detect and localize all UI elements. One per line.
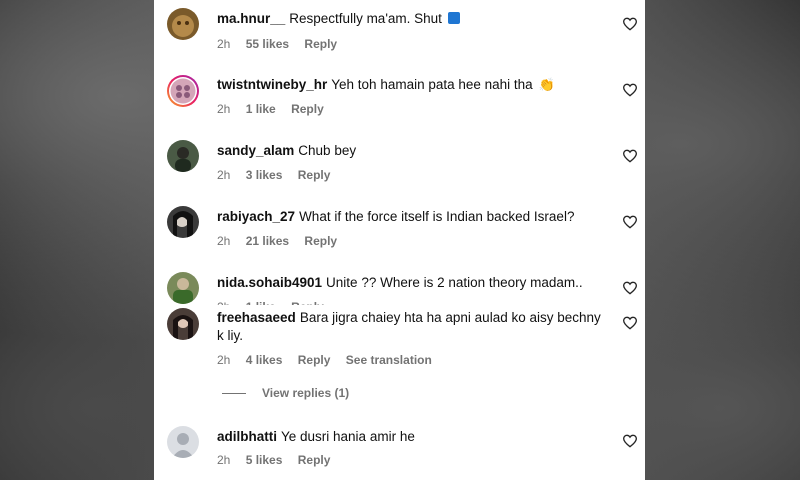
heart-icon[interactable] (622, 16, 638, 32)
avatar[interactable] (167, 308, 199, 340)
avatar[interactable] (167, 206, 199, 238)
see-translation-button[interactable]: See translation (346, 353, 432, 367)
comment-meta: 2h 21 likes Reply (217, 234, 349, 248)
clapping-hands-emoji-icon: 👏 (538, 77, 555, 92)
comments-panel[interactable]: ma.hnur__ Respectfully ma'am. Shut 2h 55 … (154, 0, 645, 480)
comment-text: What if the force itself is Indian backe… (299, 209, 575, 224)
comment-meta: 2h 55 likes Reply (217, 37, 349, 51)
comment-time: 2h (217, 102, 231, 116)
view-replies-button[interactable]: View replies (1) (222, 386, 349, 400)
comment-username[interactable]: rabiyach_27 (217, 209, 295, 224)
comment-meta: 2h 1 like Reply (217, 102, 336, 116)
comment-time: 2h (217, 234, 231, 248)
avatar[interactable] (167, 8, 199, 40)
comment-likes[interactable]: 4 likes (246, 353, 283, 367)
comment-likes[interactable]: 55 likes (246, 37, 289, 51)
comment-meta: 2h 3 likes Reply (217, 168, 342, 182)
comment-meta: 2h 4 likes Reply See translation (217, 353, 444, 367)
heart-icon[interactable] (622, 148, 638, 164)
comment-body: sandy_alam Chub bey (217, 142, 609, 160)
comment-text: Yeh toh hamain pata hee nahi tha (331, 77, 533, 92)
comment-text: Unite ?? Where is 2 nation theory madam.… (326, 275, 583, 290)
view-replies-label: View replies (1) (262, 386, 350, 400)
comment-body: rabiyach_27 What if the force itself is I… (217, 208, 609, 226)
reply-button[interactable]: Reply (291, 102, 324, 116)
heart-icon[interactable] (622, 280, 638, 296)
comment-text: Chub bey (298, 143, 357, 158)
avatar[interactable] (167, 426, 199, 458)
avatar[interactable] (166, 74, 200, 108)
heart-icon[interactable] (622, 82, 638, 98)
heart-icon[interactable] (622, 214, 638, 230)
comment-time: 2h (217, 353, 231, 367)
replies-divider (222, 393, 246, 395)
comment-username[interactable]: sandy_alam (217, 143, 294, 158)
reply-button[interactable]: Reply (298, 353, 331, 367)
comment-likes[interactable]: 3 likes (246, 168, 283, 182)
blue-square-emoji-icon (447, 12, 460, 24)
comment-body: adilbhatti Ye dusri hania amir he (217, 428, 609, 446)
comment-username[interactable]: nida.sohaib4901 (217, 275, 322, 290)
comment-username[interactable]: adilbhatti (217, 429, 277, 444)
heart-icon[interactable] (622, 433, 638, 449)
comment-text: Ye dusri hania amir he (281, 429, 415, 444)
avatar[interactable] (167, 272, 199, 304)
reply-button[interactable]: Reply (304, 234, 337, 248)
comment-likes[interactable]: 21 likes (246, 234, 289, 248)
comment-time: 2h (217, 453, 231, 467)
comment-username[interactable]: ma.hnur__ (217, 11, 285, 26)
comment-body: nida.sohaib4901 Unite ?? Where is 2 natio… (217, 274, 609, 292)
comment-item: freehasaeed Bara jigra chaiey hta ha apni… (154, 305, 645, 385)
comment-meta: 2h 5 likes Reply (217, 453, 342, 467)
heart-icon[interactable] (622, 315, 638, 331)
reply-button[interactable]: Reply (298, 168, 331, 182)
comment-time: 2h (217, 37, 231, 51)
avatar[interactable] (167, 140, 199, 172)
comment-likes[interactable]: 5 likes (246, 453, 283, 467)
comment-time: 2h (217, 168, 231, 182)
comment-text: Respectfully ma'am. Shut (289, 11, 442, 26)
reply-button[interactable]: Reply (304, 37, 337, 51)
comment-body: twistntwineby_hr Yeh toh hamain pata hee … (217, 76, 609, 94)
comment-body: freehasaeed Bara jigra chaiey hta ha apni… (217, 309, 609, 345)
comment-username[interactable]: freehasaeed (217, 310, 296, 325)
comment-body: ma.hnur__ Respectfully ma'am. Shut (217, 10, 609, 28)
comment-username[interactable]: twistntwineby_hr (217, 77, 327, 92)
comment-likes[interactable]: 1 like (246, 102, 276, 116)
reply-button[interactable]: Reply (298, 453, 331, 467)
